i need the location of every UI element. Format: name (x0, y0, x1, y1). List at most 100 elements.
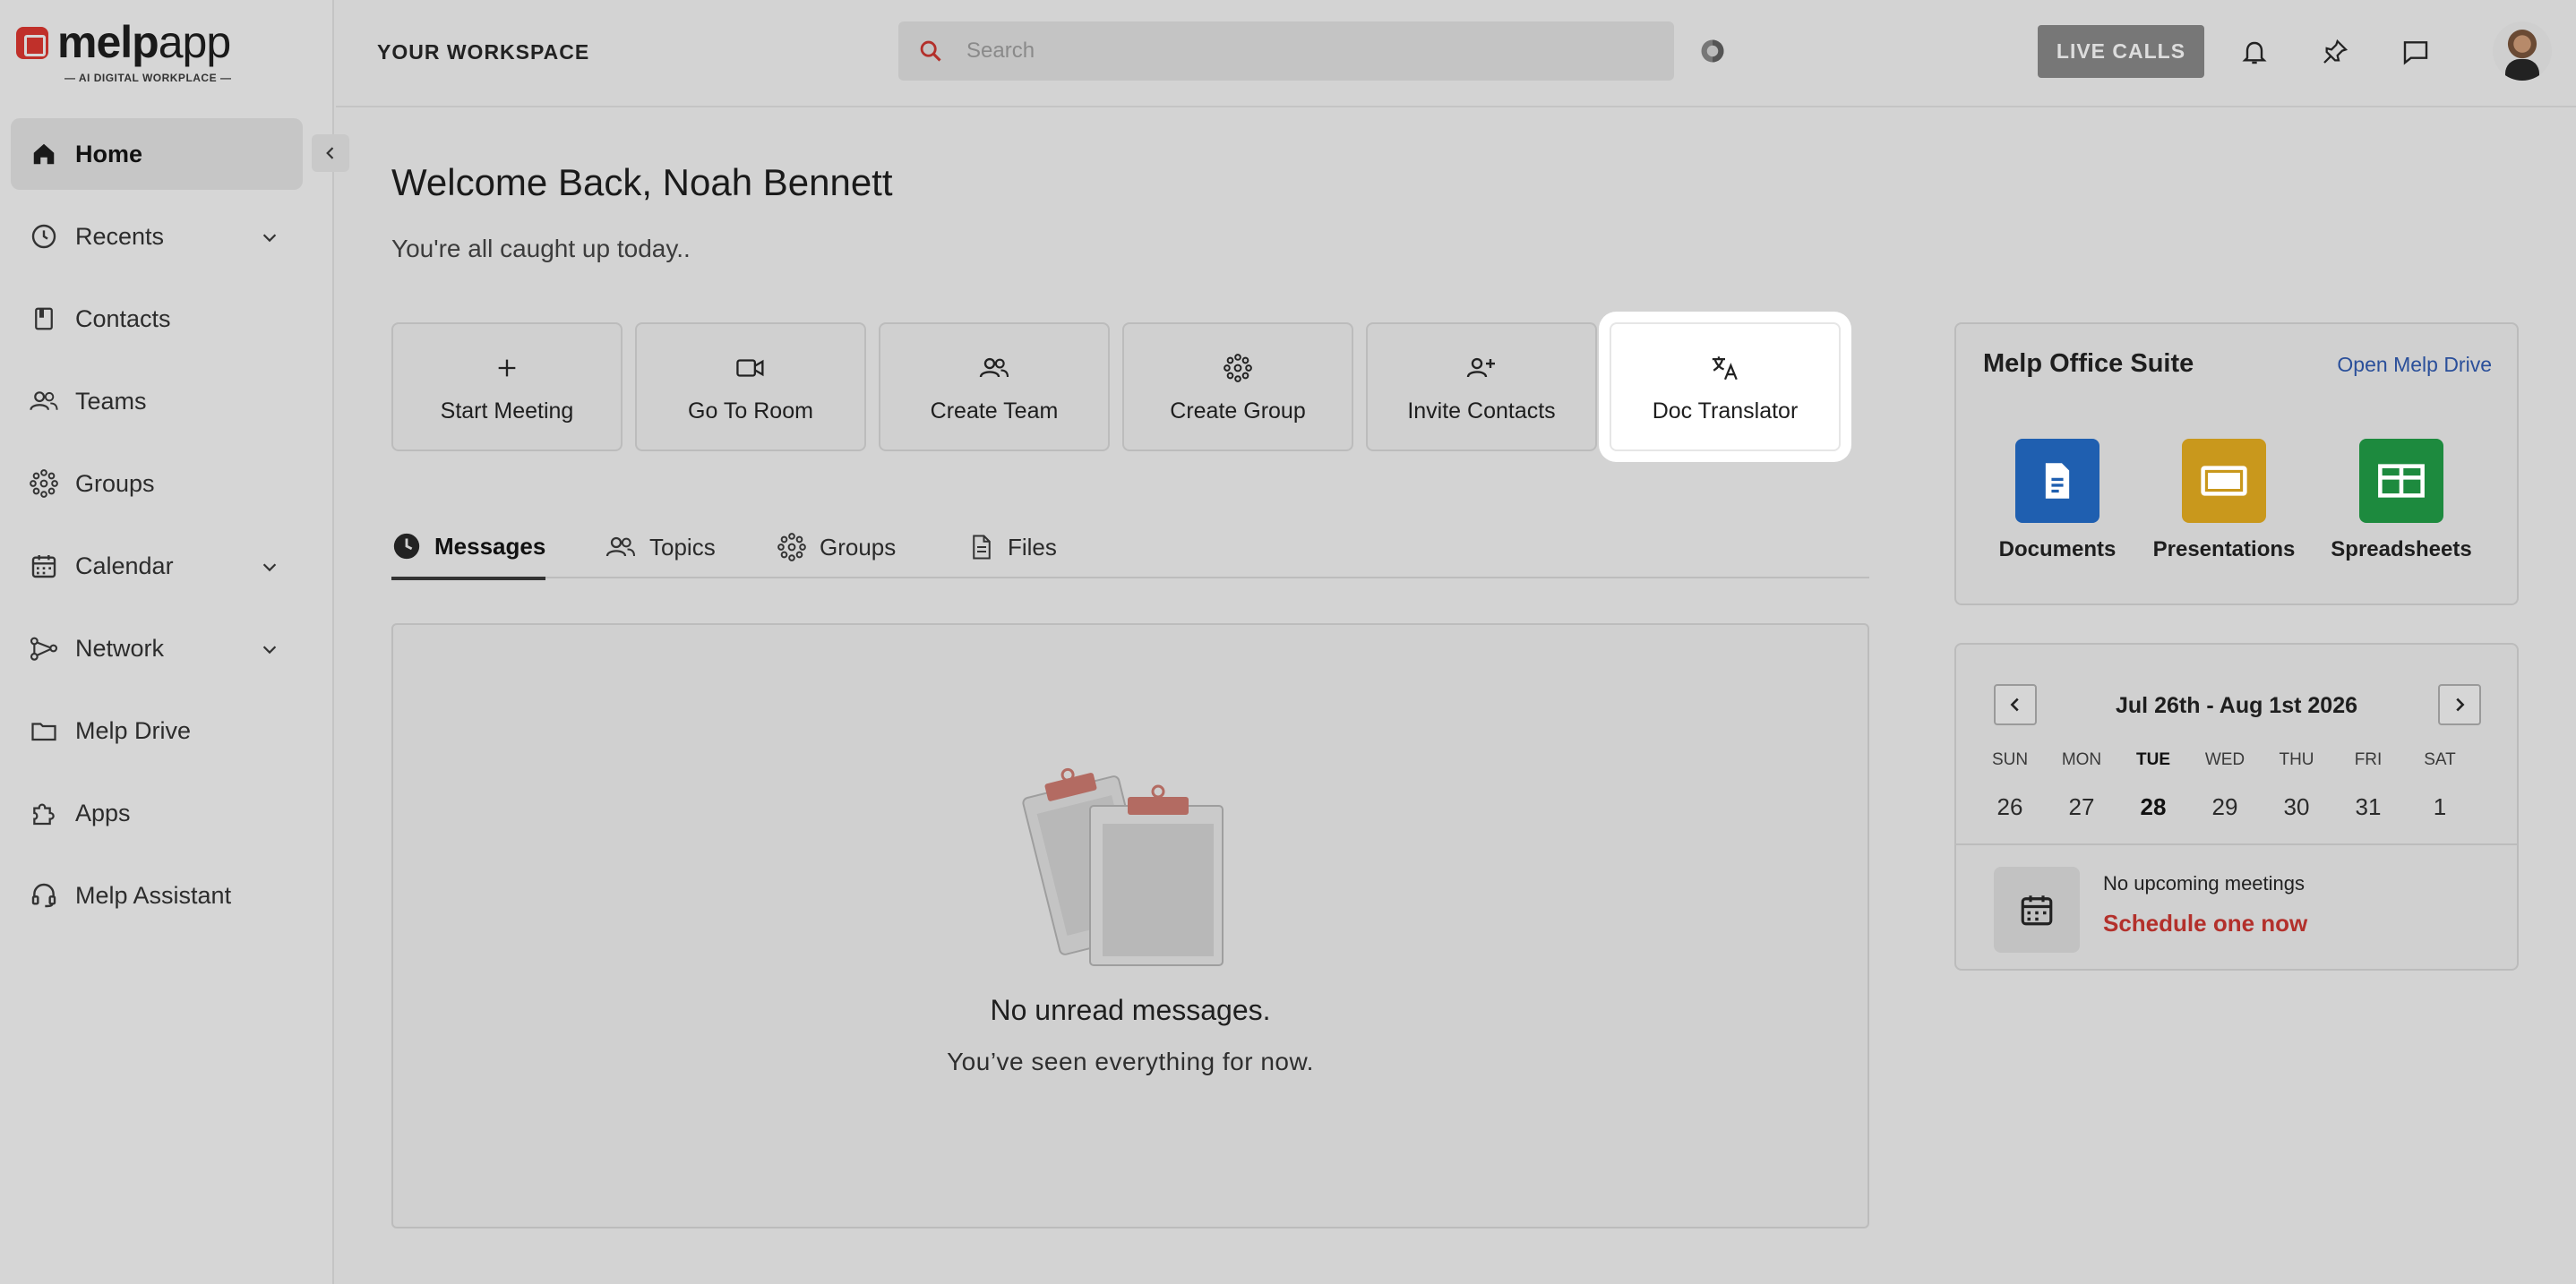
action-label: Start Meeting (440, 398, 574, 424)
puzzle-icon (29, 798, 59, 828)
search-bar[interactable] (898, 21, 1674, 81)
sidebar-item-calendar[interactable]: Calendar (11, 530, 303, 602)
sidebar-item-groups[interactable]: Groups (11, 448, 303, 519)
presentation-icon (2182, 439, 2266, 523)
no-meetings-text: No upcoming meetings (2103, 872, 2306, 895)
tab-label: Messages (434, 532, 546, 560)
calendar-next-button[interactable] (2438, 684, 2481, 725)
groups-dots-icon (29, 468, 59, 499)
logo-mark-icon (16, 27, 48, 59)
day-name: WED (2204, 750, 2245, 769)
empty-state-subtitle: You’ve seen everything for now. (947, 1048, 1314, 1075)
chevron-down-icon[interactable] (260, 555, 279, 583)
invite-contacts-button[interactable]: Invite Contacts (1366, 322, 1597, 451)
calendar-day[interactable]: SAT 1 (2404, 750, 2476, 821)
topbar: YOUR WORKSPACE LIVE CALLS (336, 0, 2576, 107)
calendar-range: Jul 26th - Aug 1st 2026 (2116, 693, 2357, 718)
quick-actions: Start Meeting Go To Room Create Team Cre… (391, 322, 1914, 453)
sidebar-item-apps[interactable]: Apps (11, 777, 303, 849)
sidebar-item-melp-drive[interactable]: Melp Drive (11, 695, 303, 766)
action-label: Invite Contacts (1407, 398, 1556, 424)
sidebar-item-label: Melp Assistant (75, 881, 232, 909)
day-date: 30 (2283, 793, 2310, 820)
spreadsheet-icon (2359, 439, 2443, 523)
app-label: Spreadsheets (2331, 537, 2472, 561)
create-team-button[interactable]: Create Team (879, 322, 1110, 451)
empty-state-title: No unread messages. (990, 994, 1271, 1026)
chevron-down-icon[interactable] (260, 226, 279, 253)
week-days: SUN 26 MON 27 TUE 28 WED 29 THU 30 FRI 31 SAT 1 (1974, 750, 2503, 821)
day-date: 28 (2140, 793, 2167, 820)
presentations-app[interactable]: Presentations (2139, 439, 2309, 562)
video-camera-icon (735, 350, 766, 386)
sidebar-item-home[interactable]: Home (11, 118, 303, 190)
open-melp-drive-link[interactable]: Open Melp Drive (2337, 353, 2492, 377)
chevron-down-icon[interactable] (260, 638, 279, 665)
doc-translator-button[interactable]: Doc Translator (1610, 322, 1841, 451)
clipboard-illustration-icon (1020, 750, 1244, 979)
sidebar-item-teams[interactable]: Teams (11, 365, 303, 437)
sidebar: melpapp — AI DIGITAL WORKPLACE — Home Re… (0, 0, 334, 1284)
day-date: 29 (2211, 793, 2238, 820)
sidebar-item-recents[interactable]: Recents (11, 201, 303, 272)
day-name: MON (2061, 750, 2102, 769)
calendar-icon (29, 551, 59, 581)
sidebar-item-network[interactable]: Network (11, 612, 303, 684)
pin-icon[interactable] (2319, 36, 2351, 68)
divider (1956, 843, 2517, 845)
calendar-day[interactable]: WED 29 (2189, 750, 2261, 821)
start-meeting-button[interactable]: Start Meeting (391, 322, 623, 451)
tab-files[interactable]: Files (968, 516, 1057, 578)
go-to-room-button[interactable]: Go To Room (635, 322, 866, 451)
page-title: Welcome Back, Noah Bennett (391, 161, 893, 203)
office-suite-card: Melp Office Suite Open Melp Drive Docume… (1954, 322, 2519, 605)
file-icon (968, 532, 995, 562)
calendar-day[interactable]: THU 30 (2261, 750, 2332, 821)
document-icon (2015, 439, 2099, 523)
calendar-day-today[interactable]: TUE 28 (2117, 750, 2189, 821)
calendar-icon (1994, 867, 2080, 953)
sidebar-nav: Home Recents Contacts Teams Groups Calen… (11, 118, 303, 942)
tab-topics[interactable]: Topics (605, 516, 716, 578)
documents-app[interactable]: Documents (1972, 439, 2142, 562)
tab-messages[interactable]: Messages (391, 516, 546, 580)
clock-icon (29, 221, 59, 252)
calendar-day[interactable]: MON 27 (2046, 750, 2117, 821)
day-date: 27 (2068, 793, 2095, 820)
plus-icon (494, 350, 519, 386)
bell-icon[interactable] (2238, 36, 2271, 68)
live-calls-button[interactable]: LIVE CALLS (2038, 25, 2204, 78)
sidebar-item-melp-assistant[interactable]: Melp Assistant (11, 860, 303, 931)
schedule-meeting-link[interactable]: Schedule one now (2103, 910, 2307, 937)
app-label: Presentations (2152, 537, 2296, 561)
search-input[interactable] (966, 39, 1647, 64)
chevron-right-icon (2456, 698, 2465, 712)
collapse-sidebar-button[interactable] (312, 134, 349, 172)
group-dots-icon (1223, 350, 1253, 386)
day-name: SAT (2424, 750, 2456, 769)
sidebar-item-label: Home (75, 140, 143, 167)
calendar-card: Jul 26th - Aug 1st 2026 SUN 26 MON 27 TUE 2… (1954, 643, 2519, 971)
day-name: SUN (1991, 750, 2029, 769)
add-person-icon (1465, 350, 1498, 386)
folder-icon (29, 715, 59, 746)
sidebar-item-label: Apps (75, 799, 131, 826)
chat-icon[interactable] (2400, 36, 2432, 68)
headset-icon (29, 880, 59, 911)
spreadsheets-app[interactable]: Spreadsheets (2316, 439, 2486, 562)
network-icon (29, 633, 59, 663)
calendar-day[interactable]: SUN 26 (1974, 750, 2046, 821)
sidebar-item-label: Groups (75, 469, 155, 497)
home-icon (29, 139, 59, 169)
sidebar-item-label: Recents (75, 222, 165, 250)
logo-text: melpapp (57, 17, 231, 67)
people-icon (605, 534, 637, 561)
calendar-day[interactable]: FRI 31 (2332, 750, 2404, 821)
tab-label: Files (1008, 533, 1057, 561)
day-date: 26 (1996, 793, 2023, 820)
sidebar-item-contacts[interactable]: Contacts (11, 283, 303, 355)
create-group-button[interactable]: Create Group (1122, 322, 1353, 451)
theme-toggle-icon[interactable] (1699, 38, 1726, 69)
avatar[interactable] (2493, 21, 2552, 81)
tab-groups[interactable]: Groups (777, 516, 896, 578)
